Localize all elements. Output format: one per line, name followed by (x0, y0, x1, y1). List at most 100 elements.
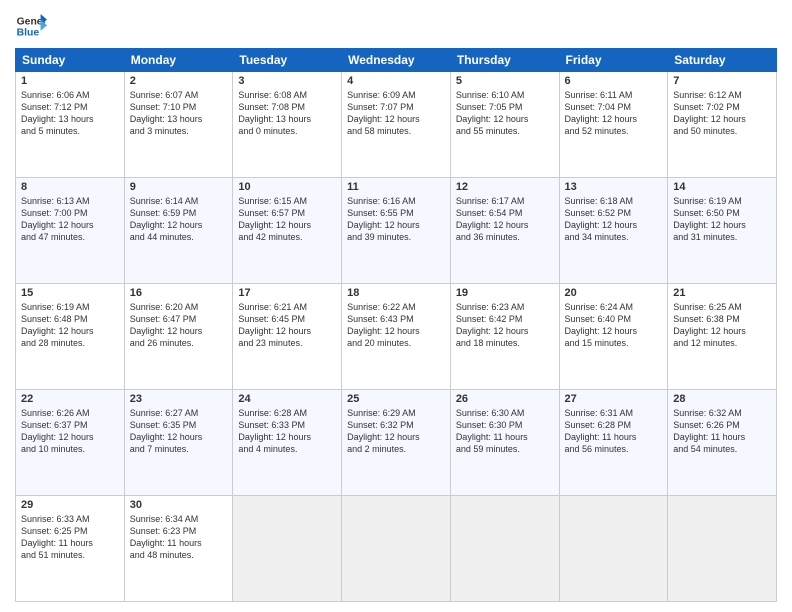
day-info: Sunrise: 6:28 AMSunset: 6:33 PMDaylight:… (238, 407, 336, 456)
page: General Blue SundayMondayTuesdayWednesda… (0, 0, 792, 612)
table-row: 18 Sunrise: 6:22 AMSunset: 6:43 PMDayligh… (342, 284, 451, 390)
table-row: 23 Sunrise: 6:27 AMSunset: 6:35 PMDayligh… (124, 390, 233, 496)
table-row: 10 Sunrise: 6:15 AMSunset: 6:57 PMDayligh… (233, 178, 342, 284)
day-number: 13 (565, 181, 663, 193)
calendar: SundayMondayTuesdayWednesdayThursdayFrid… (15, 48, 777, 602)
day-info: Sunrise: 6:16 AMSunset: 6:55 PMDaylight:… (347, 195, 445, 244)
day-number: 5 (456, 75, 554, 87)
table-row: 12 Sunrise: 6:17 AMSunset: 6:54 PMDayligh… (450, 178, 559, 284)
day-info: Sunrise: 6:17 AMSunset: 6:54 PMDaylight:… (456, 195, 554, 244)
day-number: 22 (21, 393, 119, 405)
table-row: 17 Sunrise: 6:21 AMSunset: 6:45 PMDayligh… (233, 284, 342, 390)
col-header-monday: Monday (124, 49, 233, 72)
table-row: 14 Sunrise: 6:19 AMSunset: 6:50 PMDayligh… (668, 178, 777, 284)
table-row: 25 Sunrise: 6:29 AMSunset: 6:32 PMDayligh… (342, 390, 451, 496)
day-info: Sunrise: 6:21 AMSunset: 6:45 PMDaylight:… (238, 301, 336, 350)
col-header-tuesday: Tuesday (233, 49, 342, 72)
table-row: 4 Sunrise: 6:09 AMSunset: 7:07 PMDaylight… (342, 72, 451, 178)
day-info: Sunrise: 6:07 AMSunset: 7:10 PMDaylight:… (130, 89, 228, 138)
col-header-friday: Friday (559, 49, 668, 72)
day-info: Sunrise: 6:18 AMSunset: 6:52 PMDaylight:… (565, 195, 663, 244)
day-number: 4 (347, 75, 445, 87)
day-number: 12 (456, 181, 554, 193)
table-row: 5 Sunrise: 6:10 AMSunset: 7:05 PMDaylight… (450, 72, 559, 178)
table-row: 16 Sunrise: 6:20 AMSunset: 6:47 PMDayligh… (124, 284, 233, 390)
day-info: Sunrise: 6:15 AMSunset: 6:57 PMDaylight:… (238, 195, 336, 244)
day-number: 2 (130, 75, 228, 87)
day-number: 24 (238, 393, 336, 405)
table-row: 15 Sunrise: 6:19 AMSunset: 6:48 PMDayligh… (16, 284, 125, 390)
day-info: Sunrise: 6:23 AMSunset: 6:42 PMDaylight:… (456, 301, 554, 350)
day-number: 27 (565, 393, 663, 405)
day-number: 11 (347, 181, 445, 193)
day-info: Sunrise: 6:06 AMSunset: 7:12 PMDaylight:… (21, 89, 119, 138)
day-number: 20 (565, 287, 663, 299)
table-row: 30 Sunrise: 6:34 AMSunset: 6:23 PMDayligh… (124, 496, 233, 602)
table-row: 22 Sunrise: 6:26 AMSunset: 6:37 PMDayligh… (16, 390, 125, 496)
day-number: 25 (347, 393, 445, 405)
table-row: 21Sunrise: 6:25 AMSunset: 6:38 PMDayligh… (668, 284, 777, 390)
day-number: 28 (673, 393, 771, 405)
day-info: Sunrise: 6:26 AMSunset: 6:37 PMDaylight:… (21, 407, 119, 456)
col-header-saturday: Saturday (668, 49, 777, 72)
table-row: 1 Sunrise: 6:06 AMSunset: 7:12 PMDaylight… (16, 72, 125, 178)
day-number: 14 (673, 181, 771, 193)
day-number: 10 (238, 181, 336, 193)
day-info: Sunrise: 6:19 AMSunset: 6:48 PMDaylight:… (21, 301, 119, 350)
day-info: Sunrise: 6:10 AMSunset: 7:05 PMDaylight:… (456, 89, 554, 138)
table-row: 26 Sunrise: 6:30 AMSunset: 6:30 PMDayligh… (450, 390, 559, 496)
logo-icon: General Blue (15, 10, 47, 42)
table-row: 9Sunrise: 6:14 AMSunset: 6:59 PMDaylight… (124, 178, 233, 284)
col-header-sunday: Sunday (16, 49, 125, 72)
table-row (668, 496, 777, 602)
table-row: 3Sunrise: 6:08 AMSunset: 7:08 PMDaylight… (233, 72, 342, 178)
logo: General Blue (15, 10, 47, 42)
table-row (559, 496, 668, 602)
day-number: 15 (21, 287, 119, 299)
day-number: 26 (456, 393, 554, 405)
day-number: 3 (238, 75, 336, 87)
table-row: 28 Sunrise: 6:32 AMSunset: 6:26 PMDayligh… (668, 390, 777, 496)
day-info: Sunrise: 6:24 AMSunset: 6:40 PMDaylight:… (565, 301, 663, 350)
day-number: 18 (347, 287, 445, 299)
day-info: Sunrise: 6:27 AMSunset: 6:35 PMDaylight:… (130, 407, 228, 456)
table-row: 7 Sunrise: 6:12 AMSunset: 7:02 PMDaylight… (668, 72, 777, 178)
day-info: Sunrise: 6:32 AMSunset: 6:26 PMDaylight:… (673, 407, 771, 456)
table-row (233, 496, 342, 602)
day-number: 17 (238, 287, 336, 299)
day-number: 19 (456, 287, 554, 299)
day-number: 23 (130, 393, 228, 405)
day-info: Sunrise: 6:09 AMSunset: 7:07 PMDaylight:… (347, 89, 445, 138)
day-info: Sunrise: 6:19 AMSunset: 6:50 PMDaylight:… (673, 195, 771, 244)
table-row (450, 496, 559, 602)
table-row: 19 Sunrise: 6:23 AMSunset: 6:42 PMDayligh… (450, 284, 559, 390)
table-row: 24 Sunrise: 6:28 AMSunset: 6:33 PMDayligh… (233, 390, 342, 496)
day-info: Sunrise: 6:33 AMSunset: 6:25 PMDaylight:… (21, 513, 119, 562)
col-header-thursday: Thursday (450, 49, 559, 72)
table-row: 13 Sunrise: 6:18 AMSunset: 6:52 PMDayligh… (559, 178, 668, 284)
day-number: 9 (130, 181, 228, 193)
day-number: 7 (673, 75, 771, 87)
day-info: Sunrise: 6:11 AMSunset: 7:04 PMDaylight:… (565, 89, 663, 138)
col-header-wednesday: Wednesday (342, 49, 451, 72)
day-info: Sunrise: 6:34 AMSunset: 6:23 PMDaylight:… (130, 513, 228, 562)
day-info: Sunrise: 6:29 AMSunset: 6:32 PMDaylight:… (347, 407, 445, 456)
table-row: 11 Sunrise: 6:16 AMSunset: 6:55 PMDayligh… (342, 178, 451, 284)
day-info: Sunrise: 6:30 AMSunset: 6:30 PMDaylight:… (456, 407, 554, 456)
day-number: 6 (565, 75, 663, 87)
svg-text:Blue: Blue (17, 28, 40, 39)
day-number: 1 (21, 75, 119, 87)
day-info: Sunrise: 6:20 AMSunset: 6:47 PMDaylight:… (130, 301, 228, 350)
table-row: 2 Sunrise: 6:07 AMSunset: 7:10 PMDaylight… (124, 72, 233, 178)
table-row: 20 Sunrise: 6:24 AMSunset: 6:40 PMDayligh… (559, 284, 668, 390)
day-number: 30 (130, 499, 228, 511)
day-info: Sunrise: 6:12 AMSunset: 7:02 PMDaylight:… (673, 89, 771, 138)
table-row: 6 Sunrise: 6:11 AMSunset: 7:04 PMDaylight… (559, 72, 668, 178)
table-row (342, 496, 451, 602)
day-number: 29 (21, 499, 119, 511)
table-row: 8Sunrise: 6:13 AMSunset: 7:00 PMDaylight… (16, 178, 125, 284)
day-number: 21 (673, 287, 771, 299)
day-info: Sunrise: 6:22 AMSunset: 6:43 PMDaylight:… (347, 301, 445, 350)
day-info: Sunrise: 6:31 AMSunset: 6:28 PMDaylight:… (565, 407, 663, 456)
day-number: 16 (130, 287, 228, 299)
